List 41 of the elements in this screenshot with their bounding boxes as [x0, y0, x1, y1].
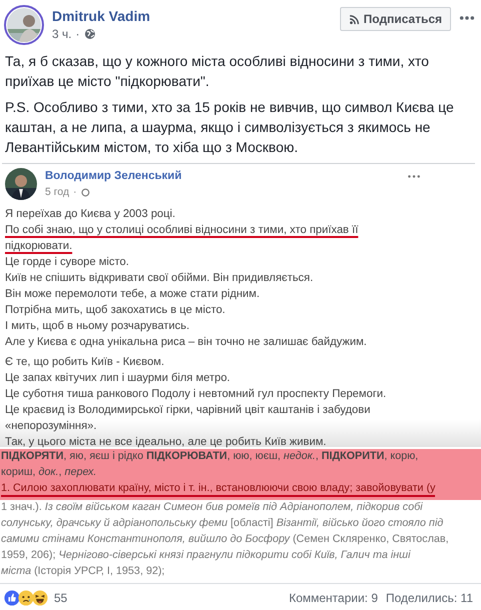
dictionary-line: самими стінами Константинополя, вийшло до Босфору (Семен Скляренко, Святослав, [1, 533, 449, 547]
text-line: Це краєвид із Володимирської гірки, чарівний цвіт каштанів і забудови [5, 403, 370, 418]
text-line: Це горде і суворе місто. [5, 255, 129, 270]
like-icon[interactable] [4, 590, 20, 606]
author-name[interactable]: Dmitruk Vadim [52, 8, 332, 24]
text-line: Потрібна мить, щоб закохатись в це місто. [5, 303, 226, 318]
more-icon [407, 174, 421, 179]
shares-count[interactable]: Поделились: 11 [386, 591, 473, 605]
dictionary-line: 1 знач.). Із своїм військом каган Симеон бив ромеїв під Адріанополем, підкорив собі [1, 501, 423, 515]
laughing-emoji-icon[interactable] [32, 590, 48, 606]
comments-count[interactable]: Комментарии: 9 [288, 591, 378, 605]
text-line: Він може перемолоти тебе, а може стати рідним. [5, 287, 260, 302]
text-line: І мить, щоб в ньому розчаруватись. [5, 319, 190, 334]
separator-dot: · [73, 186, 77, 198]
text-line: Київ не спішить відкривати свої обійми. Він придивляється. [5, 271, 314, 286]
more-icon[interactable] [459, 15, 475, 21]
text-line: Це запах квітучих лип і шаурми біля метро. [5, 371, 230, 386]
dictionary-line: кориш, док., перех. [1, 466, 97, 480]
reaction-count[interactable]: 55 [54, 591, 68, 605]
dictionary-line: міста (Історія УРСР, I, 1953, 92); [1, 565, 165, 579]
text-line: підкорювати. [5, 239, 72, 254]
text-line: Так, у цього міста не все ідеально, але це робить Київ живим. [5, 435, 326, 450]
subscribe-button[interactable]: Подписаться [340, 7, 451, 31]
dictionary-line: ПІДКОРЯТИ, яю, яєш і рідко ПІДКОРЮВАТИ, юю, юєш, недок., ПІДКОРИТИ, корю, [1, 450, 418, 464]
text-line: Але у Києва є одна унікальна риса – він точно не залишає байдужим. [5, 335, 367, 350]
post-paragraph: Та, я б сказав, що у кожного міста особливі відносини з тими, хто приїхав це місто "підкорювати". [5, 52, 430, 91]
post-time: 5 год [45, 186, 70, 198]
text-line: Є те, що робить Київ - Києвом. [5, 355, 164, 370]
text-line: «непорозуміння». [5, 419, 97, 434]
text-line: Це суботня тиша ранкового Подолу і невтомний гул проспекту Перемоги. [5, 387, 386, 402]
post-time[interactable]: 3 ч. [52, 27, 72, 41]
sad-emoji-icon[interactable] [18, 590, 34, 606]
separator-dot: · [76, 27, 80, 41]
dictionary-line: 1959, 206); Чернігово-сіверські князі прагнули підкорити собі Київ, Галич та інші [1, 549, 410, 563]
dictionary-line: 1. Силою захоплювати країну, місто і т. ін., встановлюючи свою владу; завойовувати (у [1, 482, 436, 497]
author-name: Володимир Зеленський [45, 170, 183, 182]
dictionary-line: солунську, драчську й адріанопольську феми [області] Візантії, військо його стояло під [1, 517, 444, 531]
text-line: По собі знаю, що у столиці особливі відносини з тими, хто приїхав її [5, 223, 358, 238]
post-paragraph: P.S. Особливо з тими, хто за 15 років не вивчив, що символ Києва це каштан, а не липа, а шаурма, якщо і символізується з якимось не Левантійським містом, то хіба що з Москвою. [5, 98, 455, 157]
rss-icon [348, 14, 360, 24]
text-line: Я переїхав до Києва у 2003 році. [5, 207, 176, 222]
